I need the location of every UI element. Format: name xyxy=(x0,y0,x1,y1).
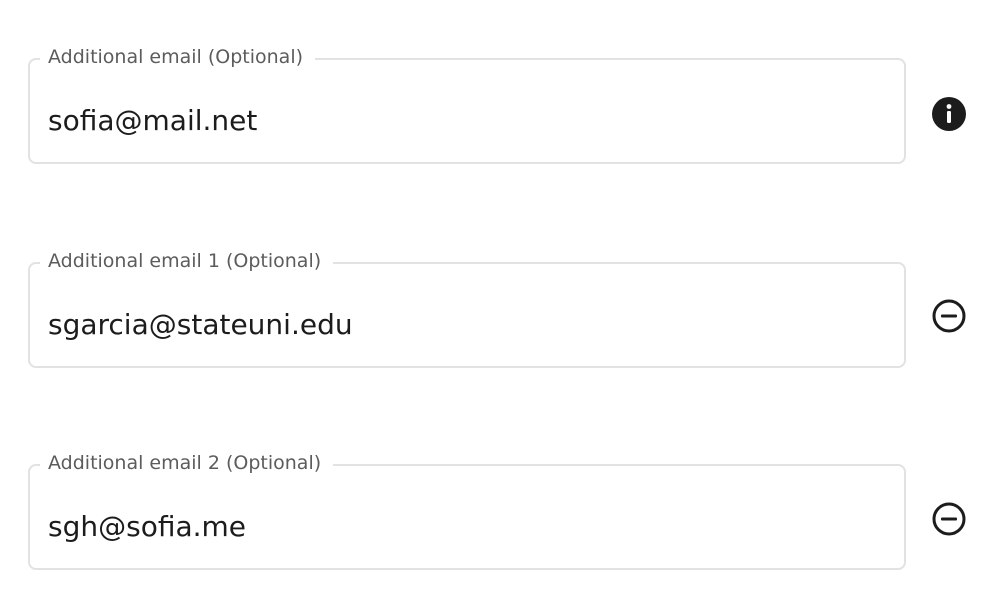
additional-email-1-field[interactable]: Additional email 1 (Optional) xyxy=(28,248,906,368)
additional-email-1-input[interactable] xyxy=(28,262,906,368)
additional-email-2-field[interactable]: Additional email 2 (Optional) xyxy=(28,450,906,570)
remove-email-1-button[interactable] xyxy=(930,297,968,335)
remove-circle-icon xyxy=(931,501,967,537)
additional-email-field[interactable]: Additional email (Optional) xyxy=(28,44,906,164)
additional-email-2-input[interactable] xyxy=(28,464,906,570)
remove-email-2-button[interactable] xyxy=(930,500,968,538)
info-icon xyxy=(931,96,967,132)
remove-circle-icon xyxy=(931,298,967,334)
info-button[interactable] xyxy=(930,95,968,133)
additional-email-input[interactable] xyxy=(28,58,906,164)
